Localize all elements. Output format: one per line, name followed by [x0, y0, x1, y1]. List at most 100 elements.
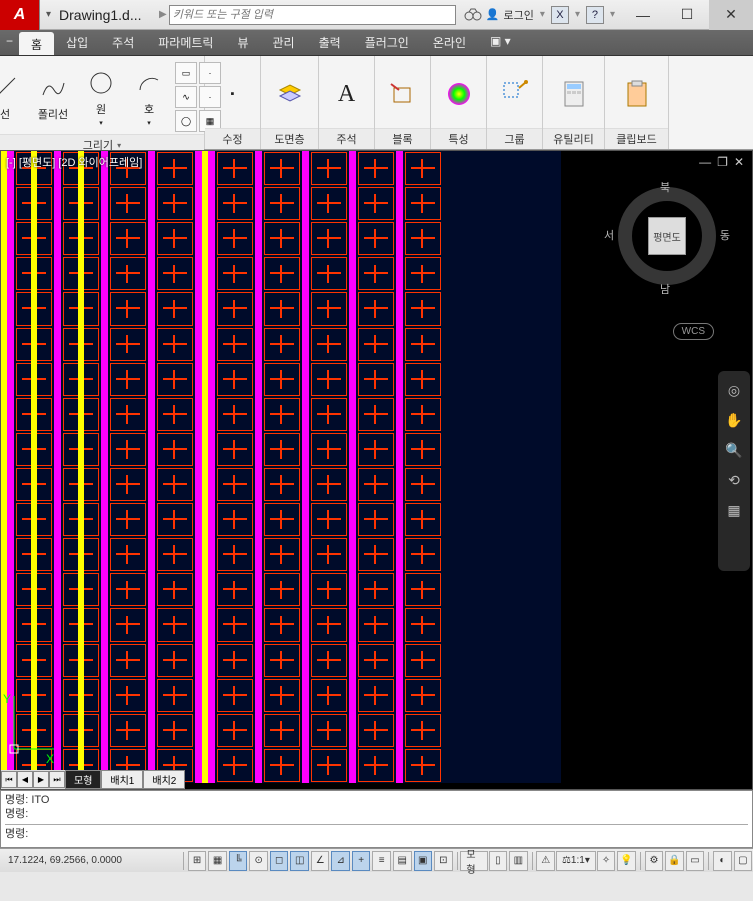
quickprops-button[interactable]: ▣: [414, 851, 433, 871]
quickview-layout-icon[interactable]: ▯: [489, 851, 508, 871]
login-label[interactable]: 로그인: [504, 7, 534, 23]
spline-icon[interactable]: ∿: [175, 86, 197, 108]
group-button[interactable]: [493, 78, 537, 110]
utility-button[interactable]: [552, 78, 596, 110]
tab-collapse-icon[interactable]: −: [0, 30, 19, 55]
nav-orbit-icon[interactable]: ⟲: [723, 469, 745, 491]
close-button[interactable]: ✕: [709, 0, 753, 30]
scale-button[interactable]: ⚖ 1:1 ▾: [556, 851, 596, 871]
help-button[interactable]: ?: [586, 6, 604, 24]
layer-button[interactable]: [268, 78, 312, 110]
hardware-accel-icon[interactable]: ▭: [686, 851, 705, 871]
viewport-restore-icon[interactable]: ❐: [717, 155, 728, 169]
circle-button[interactable]: 원▾: [79, 67, 123, 127]
tab-insert[interactable]: 삽입: [54, 30, 100, 55]
ellipse-icon[interactable]: ◯: [175, 110, 197, 132]
viewport-close-icon[interactable]: ✕: [734, 155, 744, 169]
osnap-button[interactable]: ◻: [270, 851, 289, 871]
drawing-viewport[interactable]: [-] [평면도] [2D 와이어프레임] — ❐ ✕ 평면도 북 남 서 동 …: [0, 150, 753, 790]
rect-icon[interactable]: ▭: [175, 62, 197, 84]
ducs-button[interactable]: ⊿: [331, 851, 350, 871]
coordinates-readout[interactable]: 17.1224, 69.2566, 0.0000: [0, 855, 180, 866]
workspace-icon[interactable]: ⚙: [645, 851, 664, 871]
polyline-button[interactable]: 폴리선: [31, 72, 75, 122]
layout-tab-layout2[interactable]: 배치2: [143, 770, 185, 789]
document-title: Drawing1.d...: [57, 7, 157, 23]
tab-output[interactable]: 출력: [307, 30, 353, 55]
titlebar: A ▾ Drawing1.d... ▶ 👤 로그인 ▾ X ▾ ? ▾ — ☐ …: [0, 0, 753, 30]
maximize-button[interactable]: ☐: [665, 0, 709, 30]
block-button[interactable]: [381, 78, 425, 110]
ribbon-tabs: − 홈 삽입 주석 파라메트릭 뷰 관리 출력 플러그인 온라인 ▣ ▾: [0, 30, 753, 56]
tab-annotate[interactable]: 주석: [100, 30, 146, 55]
toolbar-lock-icon[interactable]: 🔒: [665, 851, 684, 871]
binoculars-icon[interactable]: [464, 6, 482, 24]
lineweight-button[interactable]: ≡: [372, 851, 391, 871]
nav-zoom-icon[interactable]: 🔍: [723, 439, 745, 461]
tab-plugins[interactable]: 플러그인: [353, 30, 421, 55]
search-input[interactable]: [169, 5, 456, 25]
wcs-badge[interactable]: WCS: [673, 323, 714, 340]
command-history-1: 명령: ITO: [5, 793, 748, 807]
ortho-button[interactable]: ╚: [229, 851, 248, 871]
layout-tab-layout1[interactable]: 배치1: [101, 770, 143, 789]
layout-prev-icon[interactable]: ◀: [17, 771, 33, 788]
command-prompt[interactable]: 명령:: [5, 824, 748, 841]
tab-home[interactable]: 홈: [19, 32, 54, 55]
tab-online[interactable]: 온라인: [421, 30, 478, 55]
annoscale-icon[interactable]: ⚠: [536, 851, 555, 871]
viewport-label[interactable]: [-] [평면도] [2D 와이어프레임]: [6, 154, 142, 170]
panel-util: 유틸리티: [543, 56, 605, 149]
tab-manage[interactable]: 관리: [261, 30, 307, 55]
clipboard-button[interactable]: [615, 78, 659, 110]
modify-button[interactable]: ▪: [211, 78, 255, 110]
annovisibility-icon[interactable]: ✧: [597, 851, 616, 871]
otrack-button[interactable]: ∠: [311, 851, 330, 871]
status-bar: 17.1224, 69.2566, 0.0000 ⊞ ▦ ╚ ⊙ ◻ ◫ ∠ ⊿…: [0, 848, 753, 872]
text-button[interactable]: A: [325, 78, 369, 110]
layout-next-icon[interactable]: ▶: [33, 771, 49, 788]
panel-props: 특성: [431, 56, 487, 149]
layout-tab-model[interactable]: 모형: [65, 770, 101, 789]
ucs-icon[interactable]: X Y: [6, 691, 56, 761]
tab-parametric[interactable]: 파라메트릭: [146, 30, 225, 55]
login-dropdown-icon[interactable]: ▾: [538, 9, 547, 20]
snap-button[interactable]: ⊞: [188, 851, 207, 871]
quick-access-toolbar: ▾: [40, 9, 57, 20]
polar-button[interactable]: ⊙: [249, 851, 268, 871]
user-icon[interactable]: 👤: [486, 8, 500, 21]
nav-wheel-icon[interactable]: ◎: [723, 379, 745, 401]
arc-button[interactable]: 호▾: [127, 67, 171, 127]
dynamic-input-button[interactable]: +: [352, 851, 371, 871]
quickview-drawing-icon[interactable]: ▥: [509, 851, 528, 871]
selection-cycling-button[interactable]: ⊡: [434, 851, 453, 871]
tab-extra-icon[interactable]: ▣ ▾: [478, 30, 523, 55]
line-button[interactable]: 선: [0, 72, 27, 122]
viewcube[interactable]: 평면도 북 남 서 동: [612, 181, 722, 291]
nav-pan-icon[interactable]: ✋: [723, 409, 745, 431]
ribbon: 선 폴리선 원▾ 호▾ ▭· ∿· ◯▦ 그리기 ▪ 수정 도면층 A 주석 블…: [0, 56, 753, 150]
tab-view[interactable]: 뷰: [225, 30, 260, 55]
cleanscreen-icon[interactable]: ▢: [734, 851, 753, 871]
layout-last-icon[interactable]: ⏭: [49, 771, 65, 788]
command-line[interactable]: 명령: ITO 명령: 명령:: [0, 790, 753, 848]
exchange-button[interactable]: X: [551, 6, 569, 24]
isolateobjects-icon[interactable]: ◐: [713, 851, 732, 871]
transparency-button[interactable]: ▤: [393, 851, 412, 871]
panel-block: 블록: [375, 56, 431, 149]
nav-showmotion-icon[interactable]: ▦: [723, 499, 745, 521]
viewport-minimize-icon[interactable]: —: [699, 155, 711, 169]
model-space-button[interactable]: 모형: [460, 851, 487, 871]
login-area: 👤 로그인 ▾ X ▾ ? ▾: [460, 6, 621, 24]
grid-button[interactable]: ▦: [208, 851, 227, 871]
minimize-button[interactable]: —: [621, 0, 665, 30]
properties-button[interactable]: [437, 78, 481, 110]
viewcube-face[interactable]: 평면도: [648, 217, 686, 255]
command-history-2: 명령:: [5, 807, 748, 821]
3dosnap-button[interactable]: ◫: [290, 851, 309, 871]
qat-dropdown-icon[interactable]: ▾: [46, 9, 51, 20]
layout-first-icon[interactable]: ⏮: [1, 771, 17, 788]
app-icon[interactable]: A: [0, 0, 40, 30]
annoautoscale-icon[interactable]: 💡: [617, 851, 636, 871]
title-dropdown-icon[interactable]: ▶: [157, 9, 169, 20]
